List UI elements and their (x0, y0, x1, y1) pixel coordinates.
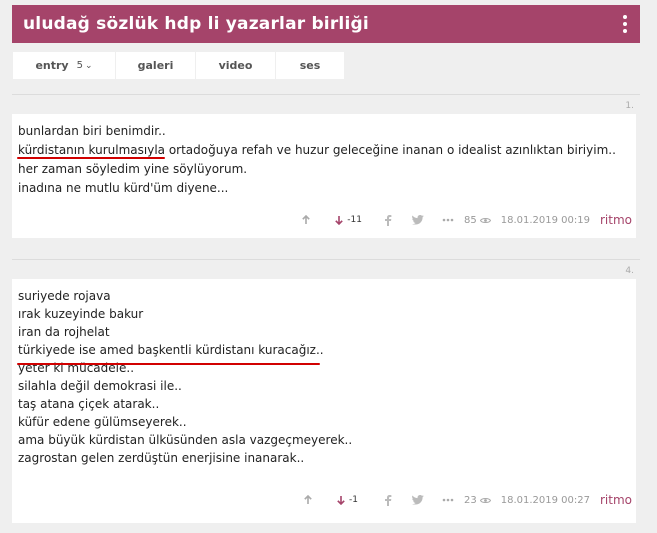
tab-galeri[interactable]: galeri (116, 52, 195, 79)
author-link[interactable]: ritmo (600, 213, 632, 227)
facebook-icon[interactable] (384, 214, 392, 226)
entry-line: silahla değil demokrasi ile.. (18, 379, 182, 393)
arrow-down-icon[interactable] (336, 495, 346, 505)
entry-line: küfür edene gülümseyerek.. (18, 415, 187, 429)
entry-content: bunlardan biri benimdir.. kürdistanın ku… (18, 122, 616, 198)
downvote-count: -11 (347, 215, 362, 225)
entry-footer: -11 85 18.01.2019 00:19 ritmo (301, 213, 632, 227)
entry-card: bunlardan biri benimdir.. kürdistanın ku… (12, 114, 636, 238)
tab-ses[interactable]: ses (276, 52, 344, 79)
entry-separator (12, 259, 640, 260)
more-icon[interactable] (442, 498, 454, 502)
entry-footer: -1 23 18.01.2019 00:27 ritmo (303, 493, 632, 507)
eye-icon (479, 217, 491, 224)
entry-line: zagrostan gelen zerdüştün enerjisine ina… (18, 451, 305, 465)
arrow-up-icon[interactable] (303, 495, 313, 505)
entry-content: suriyede rojava ırak kuzeyinde bakur ira… (18, 287, 352, 467)
tab-video[interactable]: video (196, 52, 275, 79)
facebook-icon[interactable] (384, 494, 392, 506)
entry-line: ırak kuzeyinde bakur (18, 307, 144, 321)
menu-kebab-icon[interactable] (622, 15, 628, 33)
entry-line: taş atana çiçek atarak.. (18, 397, 160, 411)
downvote-count: -1 (349, 495, 358, 505)
highlight-underline (17, 157, 165, 159)
entry-number[interactable]: 1. (625, 101, 634, 111)
entry-number[interactable]: 4. (625, 266, 634, 276)
twitter-icon[interactable] (412, 215, 424, 225)
more-icon[interactable] (442, 218, 454, 222)
view-count: 85 (463, 214, 477, 226)
entry-date[interactable]: 18.01.2019 00:19 (501, 215, 590, 226)
arrow-down-icon[interactable] (334, 215, 344, 225)
entry-count: 5 (76, 60, 83, 71)
entry-line: her zaman söyledim yine söylüyorum. (18, 162, 248, 176)
arrow-up-icon[interactable] (301, 215, 311, 225)
entry-line: türkiyede ise amed başkentli kürdistanı … (18, 343, 324, 357)
entry-line: suriyede rojava (18, 289, 111, 303)
entry-line: iran da rojhelat (18, 325, 110, 339)
entry-date[interactable]: 18.01.2019 00:27 (501, 495, 590, 506)
chevron-down-icon: ⌄ (84, 60, 93, 71)
entry-card: suriyede rojava ırak kuzeyinde bakur ira… (12, 279, 636, 523)
entry-line: ama büyük kürdistan ülküsünden asla vazg… (18, 433, 353, 447)
tab-bar: entry 5 ⌄ galeri video ses (13, 52, 345, 79)
title-bar: uludağ sözlük hdp li yazarlar birliği (12, 5, 640, 43)
entry-line: bunlardan biri benimdir.. (18, 124, 166, 138)
eye-icon (479, 497, 491, 504)
page-title[interactable]: uludağ sözlük hdp li yazarlar birliği (23, 14, 369, 34)
highlight-underline (17, 363, 320, 365)
tab-entry[interactable]: entry 5 ⌄ (13, 52, 115, 79)
twitter-icon[interactable] (412, 495, 424, 505)
view-count: 23 (463, 494, 477, 506)
entry-line: inadına ne mutlu kürd'üm diyene... (18, 181, 229, 195)
entry-line: yeter ki mücadele.. (18, 361, 135, 375)
entry-separator (12, 94, 640, 95)
author-link[interactable]: ritmo (600, 493, 632, 507)
